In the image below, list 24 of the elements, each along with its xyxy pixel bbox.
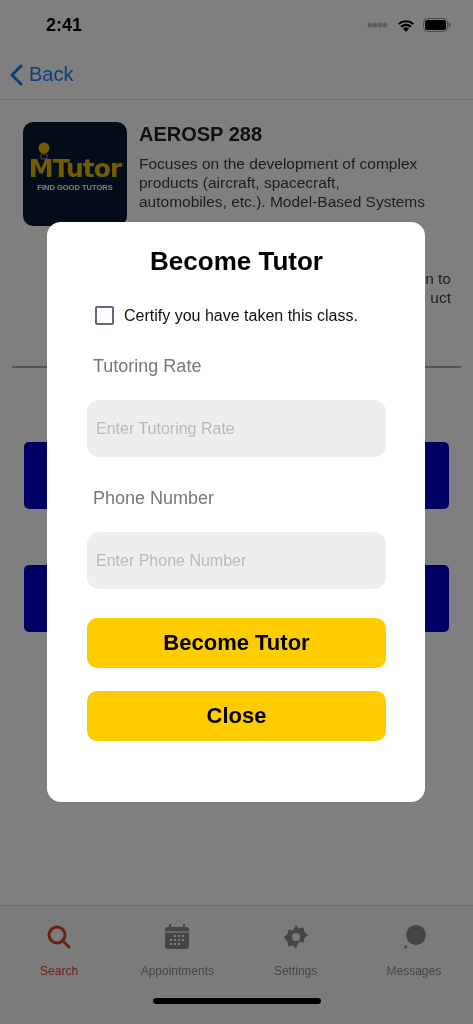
dialog-button[interactable]: Become Tutor	[87, 618, 386, 668]
battery-icon	[423, 18, 451, 32]
description-line: products (aircraft, spacecraft,	[139, 173, 340, 193]
calendar-icon	[164, 924, 191, 950]
tab-button[interactable]: Search	[4, 924, 115, 978]
search-icon	[46, 924, 73, 950]
description-line: Focuses on the development of complex	[139, 154, 418, 174]
settings-icon	[282, 924, 309, 950]
chevron-left-icon	[10, 63, 23, 86]
description-line: n to	[425, 269, 451, 289]
back-button[interactable]: Back	[10, 63, 74, 86]
checkbox-label: Certify you have taken this class.	[124, 306, 358, 325]
description-line: automobiles, etc.). Model-Based Systems	[139, 192, 425, 212]
description-line: uct	[430, 288, 451, 308]
signal-icon	[367, 22, 389, 28]
checkbox[interactable]	[95, 306, 114, 325]
logo-name: MTutor	[28, 156, 122, 181]
dialog-title: Become Tutor	[149, 245, 324, 278]
field-label: Phone Number	[93, 487, 216, 509]
dialog-button[interactable]: Close	[87, 691, 386, 741]
status-time: 2:41	[46, 14, 83, 36]
field-label: Tutoring Rate	[93, 355, 203, 377]
wifi-icon	[397, 18, 415, 32]
course-title: AEROSP 288	[139, 122, 264, 146]
